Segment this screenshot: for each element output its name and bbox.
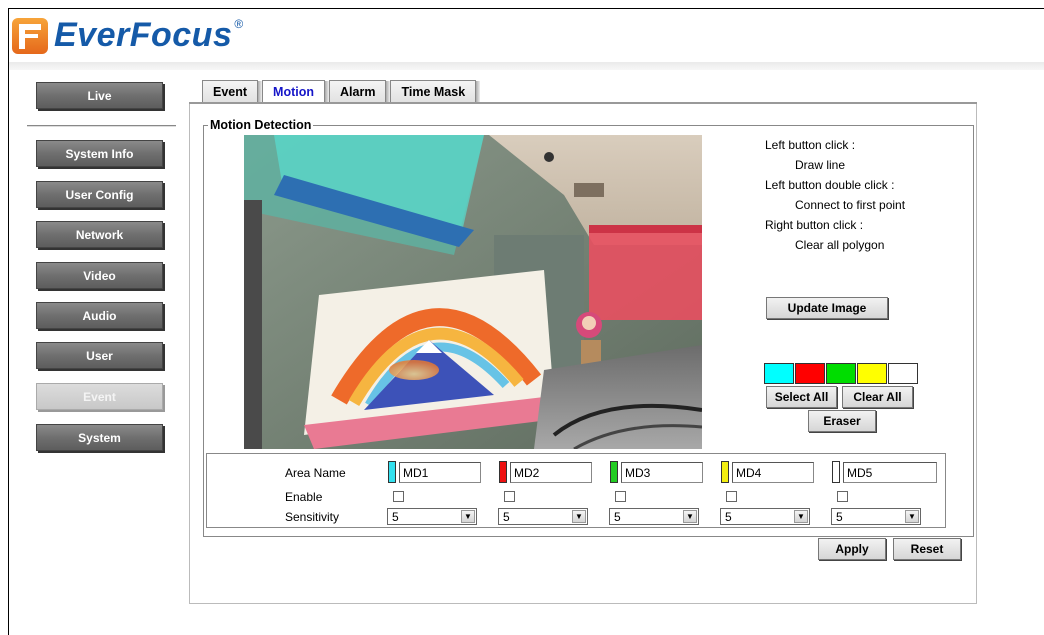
dropdown-arrow-icon: ▼ xyxy=(461,510,475,523)
area-3-sensitivity-select[interactable]: 5 ▼ xyxy=(609,508,699,525)
area-1-color-tag xyxy=(388,461,396,483)
nav-event-button[interactable]: Event xyxy=(36,383,163,410)
enable-label: Enable xyxy=(285,490,323,504)
tab-alarm[interactable]: Alarm xyxy=(329,80,391,103)
area-1-enable-checkbox[interactable] xyxy=(393,491,404,502)
area-4-enable-checkbox[interactable] xyxy=(726,491,737,502)
area-2-color-tag xyxy=(499,461,507,483)
swatch-red[interactable] xyxy=(795,363,825,384)
logo-f-icon xyxy=(12,17,48,54)
area-1-sensitivity-value: 5 xyxy=(392,509,399,524)
header-band xyxy=(9,62,1044,70)
area-5-enable-checkbox[interactable] xyxy=(837,491,848,502)
select-all-button[interactable]: Select All xyxy=(766,386,837,408)
dropdown-arrow-icon: ▼ xyxy=(794,510,808,523)
area-2-sensitivity-value: 5 xyxy=(503,509,510,524)
dropdown-arrow-icon: ▼ xyxy=(683,510,697,523)
instruction-double-click: Left button double click : xyxy=(765,178,895,192)
dropdown-arrow-icon: ▼ xyxy=(572,510,586,523)
area-3-color-tag xyxy=(610,461,618,483)
area-5-sensitivity-value: 5 xyxy=(836,509,843,524)
instruction-right-click: Right button click : xyxy=(765,218,864,232)
area-3-sensitivity-value: 5 xyxy=(614,509,621,524)
dropdown-arrow-icon: ▼ xyxy=(905,510,919,523)
nav-user-button[interactable]: User xyxy=(36,342,163,369)
area-4-name-input[interactable] xyxy=(732,462,814,483)
camera-snapshot[interactable] xyxy=(244,135,702,449)
area-5-color-tag xyxy=(832,461,840,483)
nav-network-button[interactable]: Network xyxy=(36,221,163,248)
tab-bar: Event Motion Alarm Time Mask xyxy=(202,80,480,103)
apply-button[interactable]: Apply xyxy=(818,538,886,560)
nav-system-info-button[interactable]: System Info xyxy=(36,140,163,167)
area-1-sensitivity-select[interactable]: 5 ▼ xyxy=(387,508,477,525)
area-5-name-input[interactable] xyxy=(843,462,937,483)
area-4-sensitivity-value: 5 xyxy=(725,509,732,524)
reset-button[interactable]: Reset xyxy=(893,538,961,560)
motion-detection-legend: Motion Detection xyxy=(208,118,314,132)
area-4-color-tag xyxy=(721,461,729,483)
registered-mark: ® xyxy=(234,16,244,31)
camera-scene-image xyxy=(244,135,702,449)
nav-system-button[interactable]: System xyxy=(36,424,163,451)
instruction-right-click-desc: Clear all polygon xyxy=(795,238,885,252)
area-3-enable-checkbox[interactable] xyxy=(615,491,626,502)
area-2-enable-checkbox[interactable] xyxy=(504,491,515,502)
nav-live-button[interactable]: Live xyxy=(36,82,163,109)
area-4-sensitivity-select[interactable]: 5 ▼ xyxy=(720,508,810,525)
update-image-button[interactable]: Update Image xyxy=(766,297,888,319)
area-2-sensitivity-select[interactable]: 5 ▼ xyxy=(498,508,588,525)
clear-all-button[interactable]: Clear All xyxy=(842,386,913,408)
tab-event[interactable]: Event xyxy=(202,80,263,103)
area-5-sensitivity-select[interactable]: 5 ▼ xyxy=(831,508,921,525)
everfocus-logo: EverFocus ® xyxy=(12,16,243,55)
nav-video-button[interactable]: Video xyxy=(36,262,163,289)
swatch-cyan[interactable] xyxy=(764,363,794,384)
tab-motion[interactable]: Motion xyxy=(262,80,329,103)
nav-audio-button[interactable]: Audio xyxy=(36,302,163,329)
swatch-white[interactable] xyxy=(888,363,918,384)
nav-divider xyxy=(27,125,176,127)
swatch-yellow[interactable] xyxy=(857,363,887,384)
brand-name: EverFocus xyxy=(54,16,233,54)
tab-time-mask[interactable]: Time Mask xyxy=(390,80,480,103)
swatch-green[interactable] xyxy=(826,363,856,384)
instruction-left-click: Left button click : xyxy=(765,138,856,152)
area-1-name-input[interactable] xyxy=(399,462,481,483)
nav-user-config-button[interactable]: User Config xyxy=(36,181,163,208)
area-2-name-input[interactable] xyxy=(510,462,592,483)
instruction-left-click-desc: Draw line xyxy=(795,158,846,172)
sensitivity-label: Sensitivity xyxy=(285,510,340,524)
area-3-name-input[interactable] xyxy=(621,462,703,483)
instruction-double-click-desc: Connect to first point xyxy=(795,198,906,212)
area-name-label: Area Name xyxy=(285,466,346,480)
eraser-button[interactable]: Eraser xyxy=(808,410,876,432)
